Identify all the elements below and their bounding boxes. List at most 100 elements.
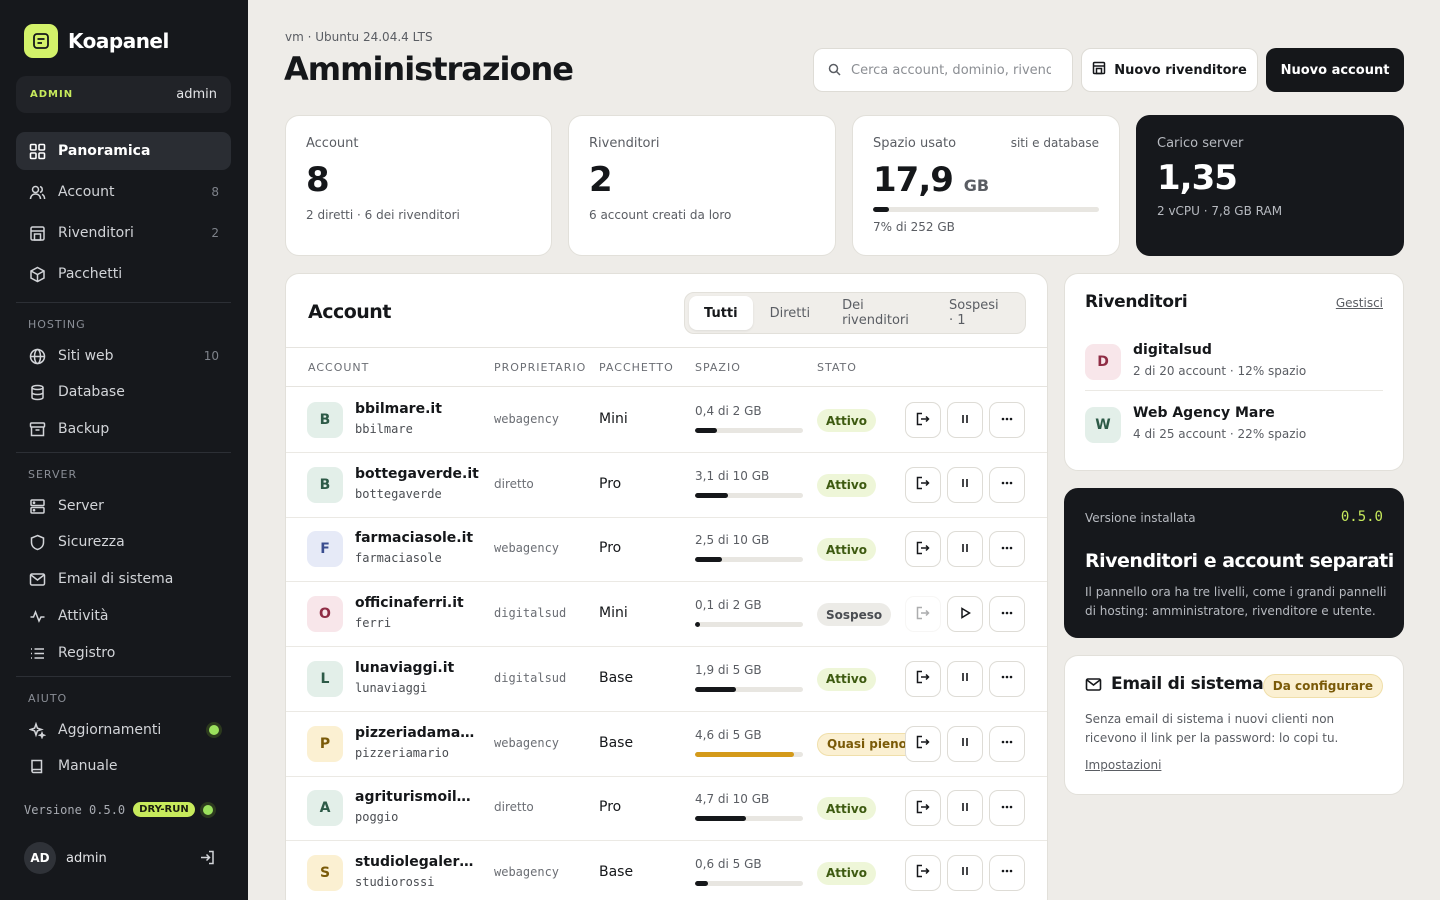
login-as-button[interactable]: [905, 854, 941, 891]
account-usage-fill: [695, 751, 795, 757]
account-domain[interactable]: agriturismoilpoggio.it: [355, 789, 480, 805]
store-icon: [1092, 61, 1106, 79]
sidebar-item-server[interactable]: Server: [16, 489, 231, 523]
settings-link[interactable]: Impostazioni: [1085, 758, 1161, 772]
login-as-button[interactable]: [905, 531, 941, 568]
brand[interactable]: Koapanel: [24, 24, 169, 58]
pause-icon: [958, 540, 972, 559]
account-domain[interactable]: bottegaverde.it: [355, 466, 479, 482]
user-name: admin: [66, 850, 107, 866]
login-as-button[interactable]: [905, 466, 941, 503]
suspend-button[interactable]: [947, 725, 983, 762]
more-actions-button[interactable]: [989, 596, 1025, 633]
table-row[interactable]: Oofficinaferri.it ferri digitalsud Mini 0,1 …: [286, 582, 1047, 648]
suspend-button[interactable]: [947, 790, 983, 827]
search-box[interactable]: [813, 48, 1073, 92]
account-usage-bar: [695, 686, 803, 692]
suspend-button[interactable]: [947, 466, 983, 503]
sidebar-item-database[interactable]: Database: [16, 374, 231, 410]
login-as-button[interactable]: [905, 402, 941, 438]
system-email-description: Senza email di sistema i nuovi clienti n…: [1085, 712, 1339, 745]
tab-diretti[interactable]: Diretti: [755, 296, 826, 330]
sidebar-item-manuale[interactable]: Manuale: [16, 748, 231, 784]
more-actions-button[interactable]: [989, 790, 1025, 827]
more-actions-button[interactable]: [989, 854, 1025, 891]
sidebar-item-backup[interactable]: Backup: [16, 411, 231, 447]
reseller-item[interactable]: W Web Agency Mare 4 di 25 account · 22% …: [1085, 403, 1383, 463]
column-header: PACCHETTO: [599, 361, 674, 374]
account-usage-fill: [695, 557, 722, 563]
mail-icon: [28, 570, 46, 588]
manage-resellers-link[interactable]: Gestisci: [1336, 296, 1383, 310]
account-usage-fill: [695, 816, 746, 822]
play-icon: [958, 605, 972, 624]
suspend-button[interactable]: [947, 531, 983, 568]
version-text: Versione 0.5.0: [24, 802, 126, 817]
resellers-title: Rivenditori: [1085, 292, 1188, 312]
more-actions-button[interactable]: [989, 660, 1025, 697]
table-row[interactable]: Ppizzeriadamario.it pizzeriamario webagenc…: [286, 712, 1047, 777]
sidebar-item-aggiornamenti[interactable]: Aggiornamenti: [16, 713, 231, 747]
suspend-button[interactable]: [947, 402, 983, 438]
archive-icon: [28, 420, 46, 438]
resume-button[interactable]: [947, 596, 983, 633]
koapanel-logo-icon: [24, 24, 58, 58]
sidebar-item-attivita[interactable]: Attività: [16, 598, 231, 634]
account-domain[interactable]: bbilmare.it: [355, 401, 442, 417]
sidebar-item-email-di-sistema[interactable]: Email di sistema: [16, 561, 231, 597]
table-row[interactable]: Sstudiolegalerossi.it studiorossi webagenc…: [286, 841, 1047, 900]
sidebar-item-label: Email di sistema: [58, 571, 174, 587]
sidebar-item-sicurezza[interactable]: Sicurezza: [16, 524, 231, 560]
more-actions-button[interactable]: [989, 531, 1025, 568]
new-reseller-button[interactable]: Nuovo rivenditore: [1081, 48, 1258, 92]
account-domain[interactable]: lunaviaggi.it: [355, 660, 454, 676]
table-row[interactable]: Bbottegaverde.it bottegaverde diretto Pro 3,…: [286, 453, 1047, 518]
account-package: Mini: [599, 411, 628, 427]
sidebar-item-siti-web[interactable]: Siti web 10: [16, 339, 231, 373]
sidebar-item-label: Pacchetti: [58, 266, 123, 282]
store-icon: [28, 224, 46, 242]
account-space: 4,6 di 5 GB: [695, 727, 762, 742]
account-owner: webagency: [494, 412, 560, 426]
server-icon: [28, 497, 46, 515]
sidebar-item-rivenditori[interactable]: Rivenditori 2: [16, 214, 231, 252]
reseller-avatar: D: [1085, 344, 1121, 380]
tab-dei-rivenditori[interactable]: Dei rivenditori: [827, 296, 932, 330]
account-avatar: F: [307, 531, 343, 568]
account-domain[interactable]: officinaferri.it: [355, 595, 464, 611]
suspend-button[interactable]: [947, 854, 983, 891]
account-domain[interactable]: pizzeriadamario.it: [355, 725, 480, 741]
sidebar-item-registro[interactable]: Registro: [16, 635, 231, 671]
reseller-meta: 2 di 20 account · 12% spazio: [1133, 364, 1307, 378]
tab-sospesi[interactable]: Sospesi · 1: [934, 296, 1021, 330]
logout-icon[interactable]: [199, 849, 216, 870]
more-actions-button[interactable]: [989, 402, 1025, 438]
more-actions-button[interactable]: [989, 725, 1025, 762]
account-usage-fill: [695, 622, 701, 628]
table-row[interactable]: Ffarmaciasole.it farmaciasole webagency Pro…: [286, 517, 1047, 583]
table-row[interactable]: Aagriturismoilpoggio.it poggio diretto Pro 4…: [286, 776, 1047, 842]
sidebar-item-account[interactable]: Account 8: [16, 173, 231, 211]
tab-tutti[interactable]: Tutti: [689, 296, 753, 330]
sidebar-item-panoramica[interactable]: Panoramica: [16, 132, 231, 170]
pause-icon: [958, 669, 972, 688]
row-actions: [905, 531, 1025, 568]
account-domain[interactable]: farmaciasole.it: [355, 530, 473, 546]
table-row[interactable]: Bbbilmare.it bbilmare webagency Mini 0,4 di …: [286, 388, 1047, 453]
suspend-button[interactable]: [947, 660, 983, 697]
account-usage-bar: [695, 751, 803, 757]
login-as-button[interactable]: [905, 725, 941, 762]
login-as-button[interactable]: [905, 790, 941, 827]
sidebar-item-count: 8: [211, 185, 219, 199]
account-domain[interactable]: studiolegalerossi.it: [355, 854, 480, 870]
reseller-item[interactable]: D digitalsud 2 di 20 account · 12% spazi…: [1085, 340, 1383, 391]
table-row[interactable]: Llunaviaggi.it lunaviaggi digitalsud Base 1,…: [286, 647, 1047, 712]
new-account-button[interactable]: Nuovo account: [1266, 48, 1404, 92]
login-as-button[interactable]: [905, 660, 941, 697]
sidebar-item-pacchetti[interactable]: Pacchetti: [16, 255, 231, 293]
status-badge: Attivo: [817, 538, 876, 562]
search-input[interactable]: [851, 62, 1051, 78]
more-actions-button[interactable]: [989, 466, 1025, 503]
user-profile[interactable]: AD admin: [24, 842, 224, 874]
login-as-button[interactable]: [905, 596, 941, 633]
